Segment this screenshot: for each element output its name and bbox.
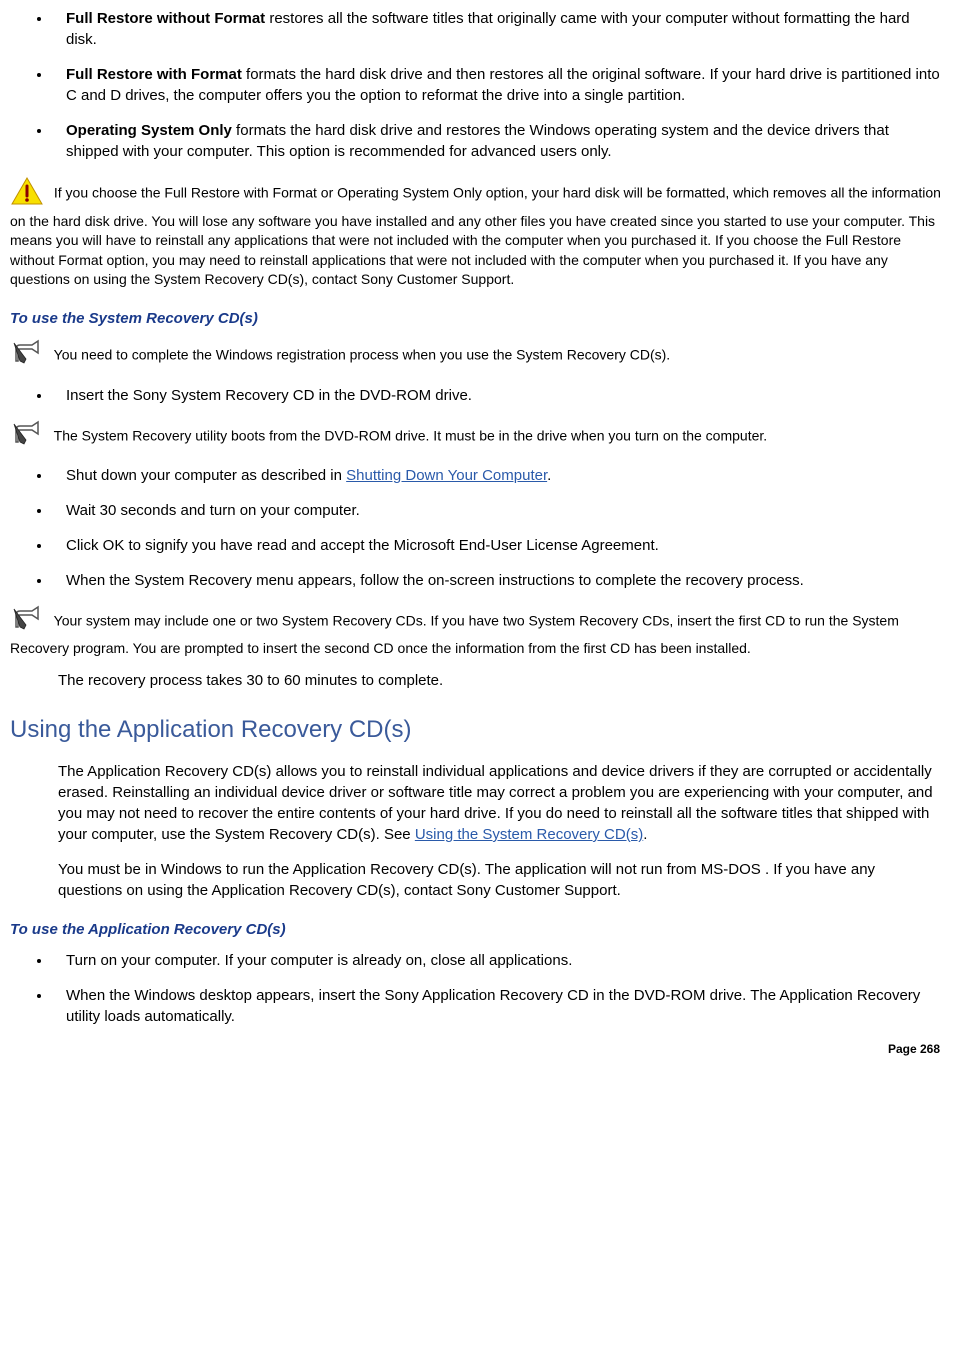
app-recovery-intro: The Application Recovery CD(s) allows yo… (58, 761, 944, 845)
recovery-options-list: Full Restore without Format restores all… (10, 8, 944, 162)
subheading-system-recovery: To use the System Recovery CD(s) (10, 308, 944, 329)
warning-text: If you choose the Full Restore with Form… (10, 185, 941, 288)
step-text-pre: Shut down your computer as described in (66, 467, 346, 484)
note-text: The System Recovery utility boots from t… (50, 427, 767, 443)
heading-app-recovery: Using the Application Recovery CD(s) (10, 713, 944, 747)
note-icon (10, 605, 44, 639)
step-click-ok: Click OK to signify you have read and ac… (52, 535, 944, 556)
app-recovery-windows-note: You must be in Windows to run the Applic… (58, 859, 944, 901)
step-list-2: Shut down your computer as described in … (10, 465, 944, 591)
option-full-restore-with-format: Full Restore with Format formats the har… (52, 64, 944, 106)
page-number: Page 268 (10, 1041, 944, 1058)
note-text: Your system may include one or two Syste… (10, 613, 899, 656)
warning-format: If you choose the Full Restore with Form… (10, 176, 944, 290)
step-follow-instructions: When the System Recovery menu appears, f… (52, 570, 944, 591)
note-text: You need to complete the Windows registr… (50, 346, 670, 362)
step-wait-30: Wait 30 seconds and turn on your compute… (52, 500, 944, 521)
option-title: Full Restore without Format (66, 10, 265, 27)
step-text-post: . (547, 467, 551, 484)
step-list-1: Insert the Sony System Recovery CD in th… (10, 385, 944, 406)
step-shutdown: Shut down your computer as described in … (52, 465, 944, 486)
para-post: . (643, 826, 647, 843)
note-registration: You need to complete the Windows registr… (10, 339, 944, 373)
step-insert-app-cd: When the Windows desktop appears, insert… (52, 985, 944, 1027)
subheading-app-recovery: To use the Application Recovery CD(s) (10, 919, 944, 940)
note-two-cds: Your system may include one or two Syste… (10, 605, 944, 658)
option-os-only: Operating System Only formats the hard d… (52, 120, 944, 162)
option-title: Full Restore with Format (66, 66, 242, 83)
link-system-recovery[interactable]: Using the System Recovery CD(s) (415, 826, 643, 843)
link-shutting-down[interactable]: Shutting Down Your Computer (346, 467, 547, 484)
option-full-restore-no-format: Full Restore without Format restores all… (52, 8, 944, 50)
note-icon (10, 420, 44, 454)
step-insert-cd: Insert the Sony System Recovery CD in th… (52, 385, 944, 406)
option-title: Operating System Only (66, 122, 232, 139)
note-icon (10, 339, 44, 373)
warning-icon (10, 176, 44, 212)
step-turn-on: Turn on your computer. If your computer … (52, 950, 944, 971)
app-step-list: Turn on your computer. If your computer … (10, 950, 944, 1027)
note-boot-from-dvd: The System Recovery utility boots from t… (10, 420, 944, 454)
recovery-time: The recovery process takes 30 to 60 minu… (58, 670, 944, 691)
